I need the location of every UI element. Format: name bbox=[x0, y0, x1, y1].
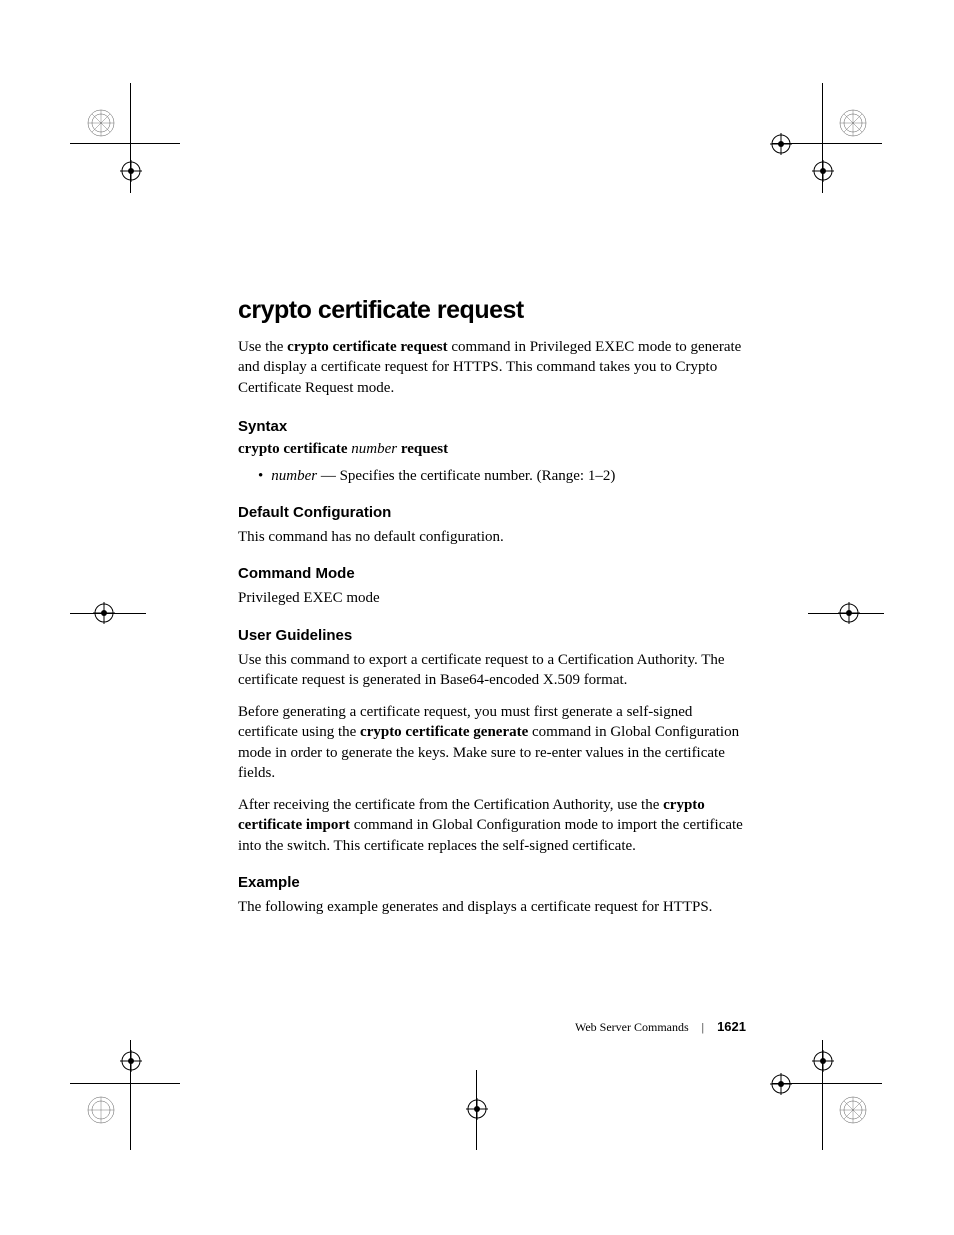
syntax-cmd-param: number bbox=[351, 441, 397, 457]
registration-mark-icon bbox=[86, 1095, 116, 1125]
crop-line-horizontal bbox=[70, 1083, 180, 1084]
example-text: The following example generates and disp… bbox=[238, 897, 743, 917]
registration-mark-icon bbox=[838, 1095, 868, 1125]
registration-mark-icon bbox=[86, 108, 116, 138]
registration-mark-icon bbox=[838, 108, 868, 138]
example-heading: Example bbox=[238, 874, 743, 891]
syntax-bullet: • number — Specifies the certificate numb… bbox=[258, 466, 743, 486]
crop-line-horizontal bbox=[70, 143, 180, 144]
bullet-text: — Specifies the certificate number. (Ran… bbox=[317, 468, 615, 484]
guidelines-p1: Use this command to export a certificate… bbox=[238, 650, 743, 691]
default-text: This command has no default configuratio… bbox=[238, 527, 743, 547]
default-heading: Default Configuration bbox=[238, 504, 743, 521]
intro-paragraph: Use the crypto certificate request comma… bbox=[238, 337, 743, 398]
guidelines-p3a: After receiving the certificate from the… bbox=[238, 797, 663, 813]
mode-text: Privileged EXEC mode bbox=[238, 588, 743, 608]
syntax-cmd-p1: crypto certificate bbox=[238, 441, 351, 457]
crop-line-horizontal bbox=[808, 613, 884, 614]
footer-page-number: 1621 bbox=[717, 1019, 746, 1034]
crosshair-icon bbox=[812, 160, 834, 182]
page-footer: Web Server Commands | 1621 bbox=[575, 1019, 746, 1035]
crosshair-icon bbox=[120, 1050, 142, 1072]
guidelines-heading: User Guidelines bbox=[238, 627, 743, 644]
page-content: crypto certificate request Use the crypt… bbox=[238, 296, 743, 929]
crosshair-icon bbox=[120, 160, 142, 182]
bullet-marker: • bbox=[258, 468, 263, 484]
crosshair-icon bbox=[812, 1050, 834, 1072]
bullet-param: number bbox=[271, 468, 317, 484]
crop-line-horizontal bbox=[70, 613, 146, 614]
crosshair-icon bbox=[466, 1098, 488, 1120]
crop-line-vertical bbox=[476, 1070, 477, 1150]
guidelines-p2: Before generating a certificate request,… bbox=[238, 702, 743, 783]
crosshair-icon bbox=[770, 133, 792, 155]
guidelines-p2cmd: crypto certificate generate bbox=[360, 724, 528, 740]
intro-prefix: Use the bbox=[238, 339, 287, 355]
bullet-content: number — Specifies the certificate numbe… bbox=[271, 468, 615, 484]
guidelines-p3: After receiving the certificate from the… bbox=[238, 795, 743, 856]
footer-divider: | bbox=[702, 1020, 704, 1034]
syntax-command: crypto certificate number request bbox=[238, 441, 743, 458]
mode-heading: Command Mode bbox=[238, 565, 743, 582]
page-title: crypto certificate request bbox=[238, 296, 743, 325]
crosshair-icon bbox=[770, 1073, 792, 1095]
syntax-cmd-p2: request bbox=[397, 441, 448, 457]
footer-section-name: Web Server Commands bbox=[575, 1020, 689, 1034]
syntax-heading: Syntax bbox=[238, 418, 743, 435]
intro-command: crypto certificate request bbox=[287, 339, 447, 355]
